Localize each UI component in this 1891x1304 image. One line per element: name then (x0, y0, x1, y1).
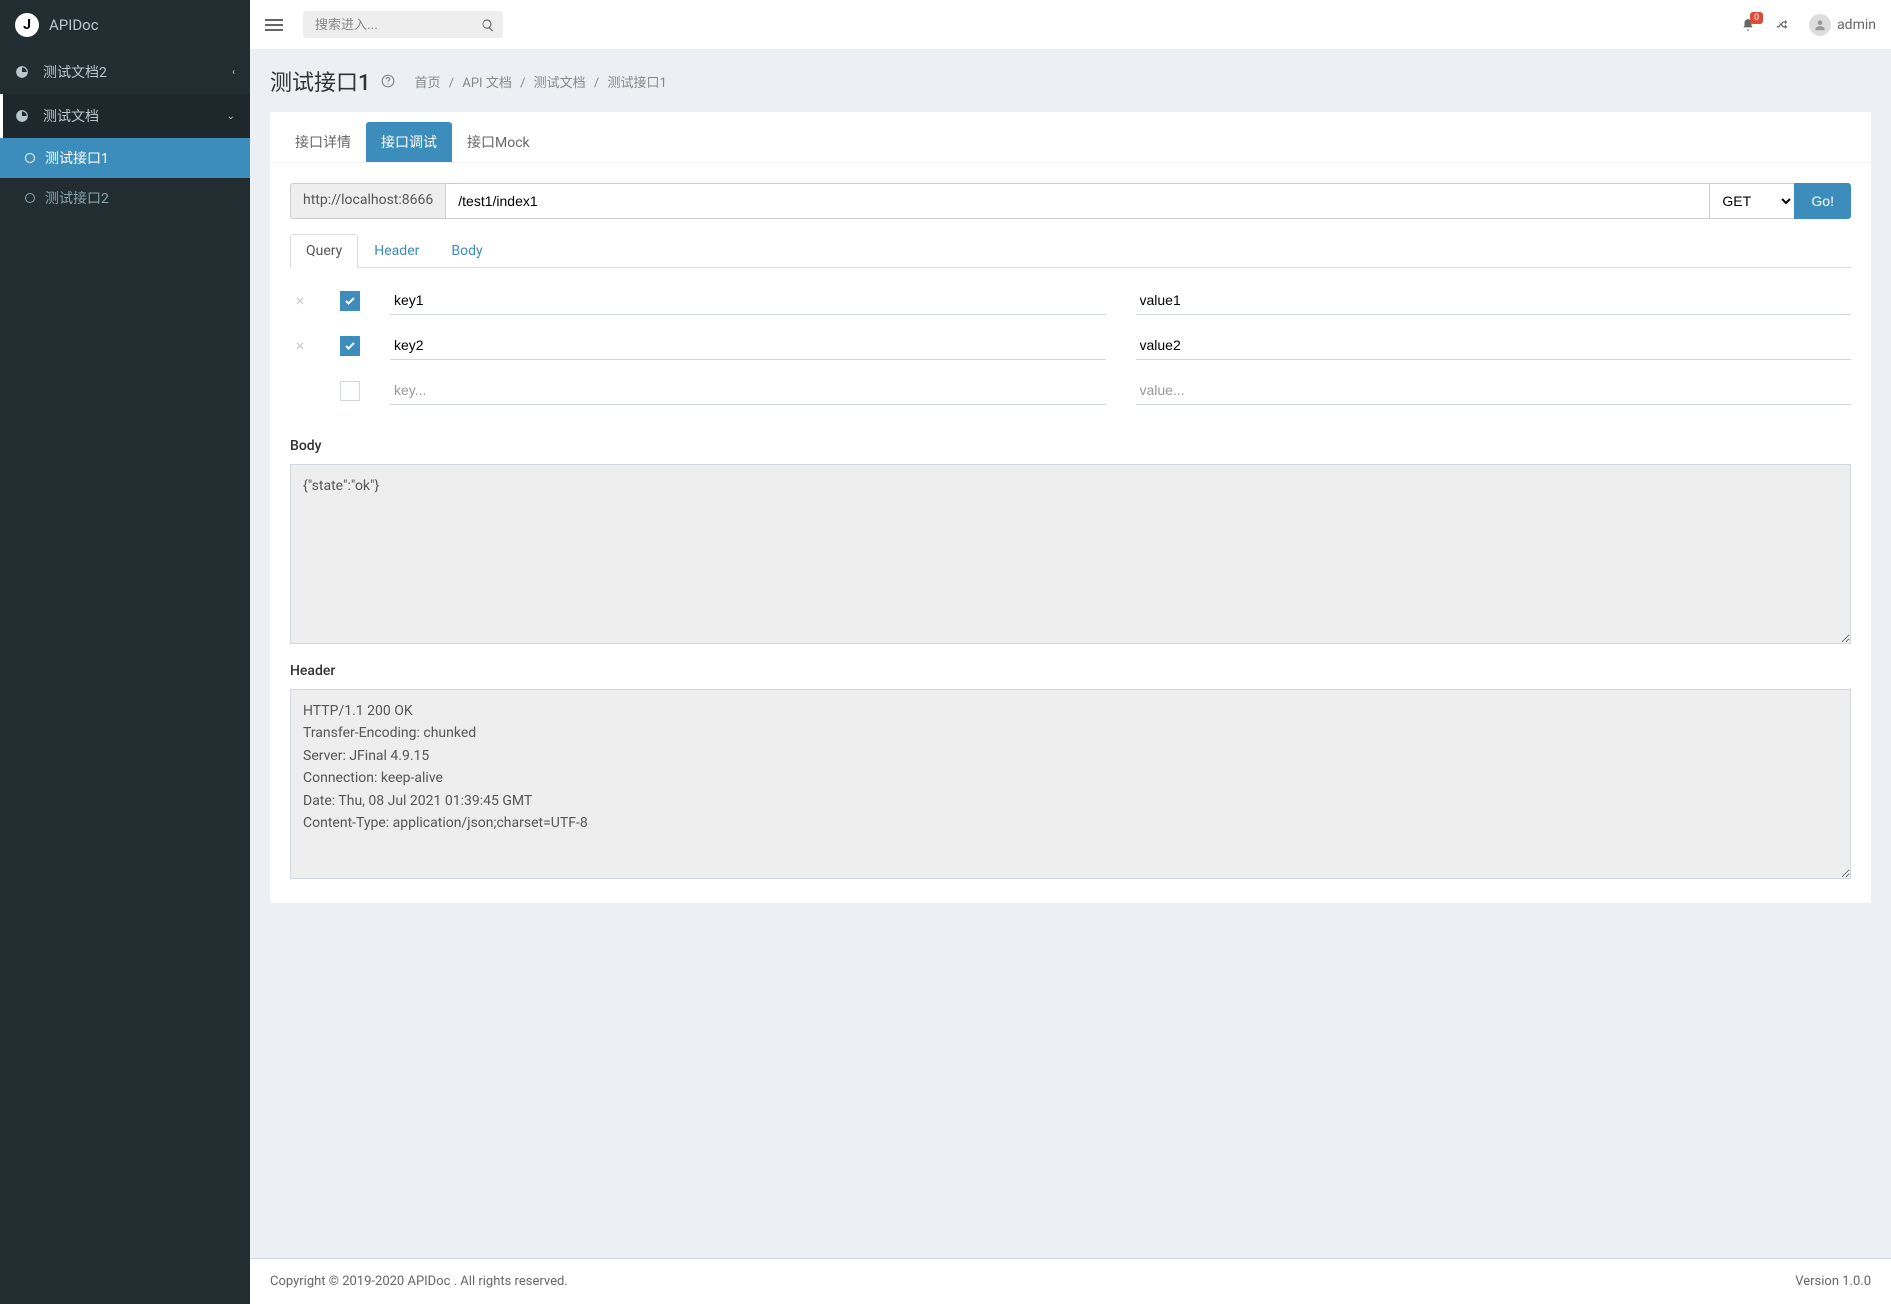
request-path-input[interactable] (445, 183, 1709, 219)
go-button[interactable]: Go! (1794, 183, 1851, 219)
breadcrumb-sep: / (520, 76, 525, 91)
checkbox-wrap (340, 381, 360, 401)
breadcrumb-link[interactable]: 测试文档 (534, 76, 586, 91)
sidebar: J APIDoc 测试文档2 ‹ 测试文档 ⌄ 测试接口1 测试接口2 (0, 0, 250, 1304)
checkbox-wrap (340, 291, 360, 311)
param-row: × (290, 278, 1851, 323)
circle-icon (25, 153, 35, 163)
sidebar-menu: 测试文档2 ‹ 测试文档 ⌄ 测试接口1 测试接口2 (0, 50, 250, 218)
param-row: × (290, 368, 1851, 413)
help-button[interactable] (381, 73, 395, 89)
breadcrumb-link[interactable]: 首页 (415, 76, 441, 91)
sidebar-item-doc2[interactable]: 测试文档2 ‹ (0, 50, 250, 94)
hamburger-icon (265, 24, 283, 26)
param-rows: × × (290, 268, 1851, 423)
param-value-input[interactable] (1136, 331, 1852, 360)
main-tabs: 接口详情 接口调试 接口Mock (270, 112, 1871, 163)
check-icon (344, 295, 356, 307)
param-tab-query[interactable]: Query (290, 234, 358, 268)
search-icon (481, 18, 495, 32)
sidebar-item-label: 测试文档2 (43, 62, 107, 82)
nav-right: 0 admin (1741, 14, 1876, 36)
sidebar-subitem-label: 测试接口2 (45, 188, 109, 208)
sidebar-subitem-label: 测试接口1 (45, 148, 109, 168)
notifications[interactable]: 0 (1741, 17, 1755, 33)
response-header-textarea[interactable]: HTTP/1.1 200 OK Transfer-Encoding: chunk… (290, 689, 1851, 879)
tab-mock[interactable]: 接口Mock (452, 122, 545, 162)
shuffle-button[interactable] (1775, 17, 1789, 33)
box-body: http://localhost:8666 GET POST PUT DELET… (270, 163, 1871, 903)
param-tab-body[interactable]: Body (435, 234, 498, 268)
response-body-textarea[interactable]: {"state":"ok"} (290, 464, 1851, 644)
username: admin (1837, 17, 1876, 33)
logo-icon: J (15, 13, 39, 37)
content: 接口详情 接口调试 接口Mock http://localhost:8666 G… (250, 112, 1891, 1258)
hamburger-toggle[interactable] (265, 24, 283, 26)
remove-row-button[interactable]: × (290, 336, 310, 355)
breadcrumb-link[interactable]: API 文档 (462, 76, 511, 91)
param-key-input[interactable] (390, 331, 1106, 360)
dashboard-icon (15, 65, 33, 80)
param-key-input[interactable] (390, 286, 1106, 315)
content-header: 测试接口1 首页 / API 文档 / 测试文档 / 测试接口1 (250, 50, 1891, 112)
param-value-input[interactable] (1136, 376, 1852, 405)
breadcrumb-sep: / (449, 76, 454, 91)
breadcrumb-current: 测试接口1 (608, 76, 667, 91)
breadcrumb-sep: / (594, 76, 599, 91)
search-input[interactable] (303, 11, 503, 38)
checkbox-wrap (340, 336, 360, 356)
chevron-down-icon: ⌄ (227, 111, 235, 122)
app-name: APIDoc (49, 16, 99, 34)
body-label: Body (290, 438, 1851, 454)
breadcrumb: 首页 / API 文档 / 测试文档 / 测试接口1 (415, 72, 667, 91)
dashboard-icon (15, 109, 33, 124)
param-checkbox[interactable] (340, 336, 360, 356)
tab-details[interactable]: 接口详情 (280, 122, 366, 162)
help-icon (381, 74, 395, 88)
param-tabs: Query Header Body (290, 234, 1851, 268)
sidebar-item-doc1[interactable]: 测试文档 ⌄ (0, 94, 250, 138)
param-row: × (290, 323, 1851, 368)
top-nav: 0 admin (250, 0, 1891, 50)
param-checkbox[interactable] (340, 291, 360, 311)
header-label: Header (290, 663, 1851, 679)
tab-debug[interactable]: 接口调试 (366, 122, 452, 162)
notif-count: 0 (1750, 12, 1763, 24)
param-value-input[interactable] (1136, 286, 1852, 315)
sidebar-header: J APIDoc (0, 0, 250, 50)
user-avatar-icon (1809, 14, 1831, 36)
footer-version: Version 1.0.0 (1795, 1274, 1871, 1289)
main-box: 接口详情 接口调试 接口Mock http://localhost:8666 G… (270, 112, 1871, 903)
check-icon (344, 340, 356, 352)
user-menu[interactable]: admin (1809, 14, 1876, 36)
footer-copyright: Copyright © 2019-2020 APIDoc . All right… (270, 1274, 568, 1289)
param-checkbox[interactable] (340, 381, 360, 401)
search-box (303, 11, 503, 38)
main-wrapper: 0 admin 测试接口1 首页 / API 文档 / 测试文档 / 测 (250, 0, 1891, 1304)
sidebar-subitem-api2[interactable]: 测试接口2 (0, 178, 250, 218)
sidebar-submenu: 测试接口1 测试接口2 (0, 138, 250, 218)
param-key-input[interactable] (390, 376, 1106, 405)
circle-icon (25, 193, 35, 203)
footer: Copyright © 2019-2020 APIDoc . All right… (250, 1258, 1891, 1304)
param-tab-header[interactable]: Header (358, 234, 435, 268)
request-host: http://localhost:8666 (290, 183, 445, 219)
remove-row-button[interactable]: × (290, 291, 310, 310)
page-title: 测试接口1 (270, 65, 371, 97)
request-method-select[interactable]: GET POST PUT DELETE (1709, 183, 1794, 219)
shuffle-icon (1775, 18, 1789, 32)
sidebar-subitem-api1[interactable]: 测试接口1 (0, 138, 250, 178)
search-button[interactable] (481, 17, 495, 32)
request-bar: http://localhost:8666 GET POST PUT DELET… (290, 183, 1851, 219)
sidebar-item-label: 测试文档 (43, 106, 99, 126)
chevron-left-icon: ‹ (232, 67, 235, 78)
